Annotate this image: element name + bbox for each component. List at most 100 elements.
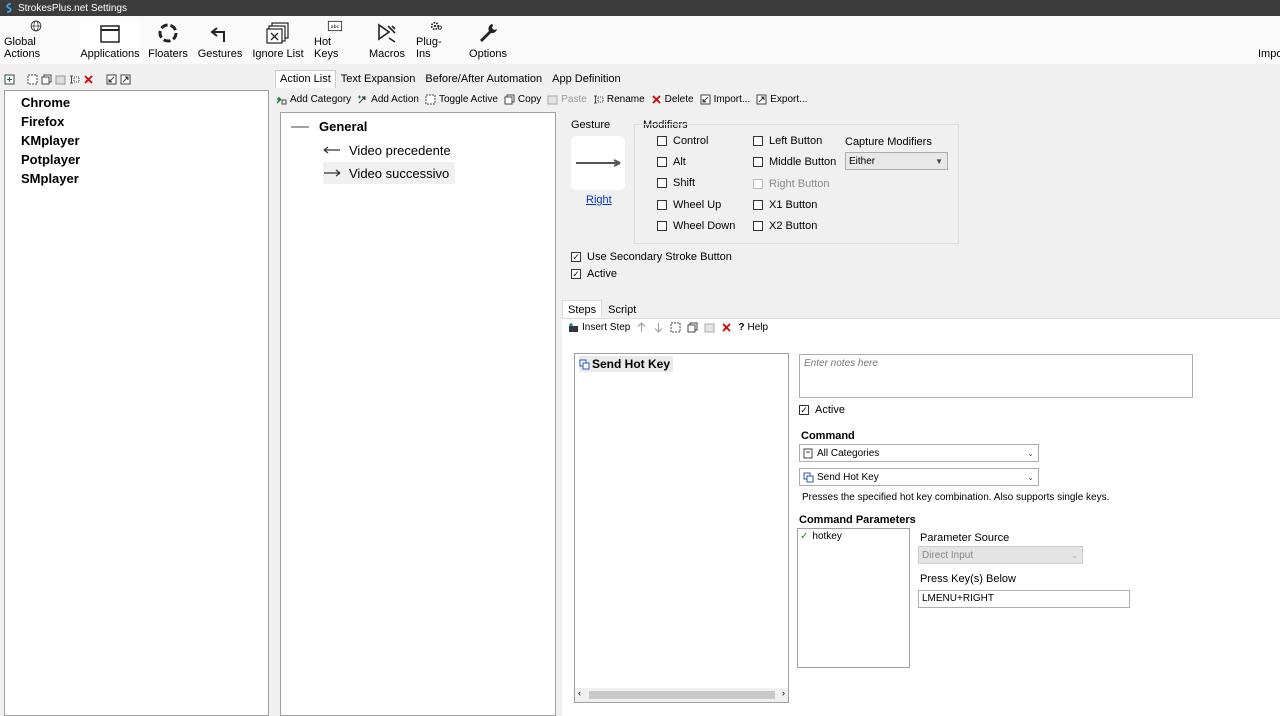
action-tree: General Video precedente Video successiv…: [280, 112, 556, 716]
ribbon-floaters[interactable]: Floaters: [148, 20, 188, 62]
right-button-checkbox: Right Button: [753, 178, 830, 190]
toggle-active-icon: [425, 94, 436, 104]
use-secondary-stroke-checkbox[interactable]: ✓ Use Secondary Stroke Button: [571, 251, 732, 263]
list-item[interactable]: KMplayer: [5, 131, 268, 150]
ribbon-label: Options: [469, 48, 507, 60]
export-button[interactable]: Export...: [756, 93, 808, 105]
chevron-down-icon: ▼: [935, 156, 943, 166]
window-title: StrokesPlus.net Settings: [18, 2, 127, 14]
action-label: Video successivo: [349, 165, 450, 181]
select-value: Direct Input: [922, 549, 974, 561]
add-app-icon[interactable]: [4, 74, 15, 85]
category-general[interactable]: General: [291, 119, 367, 134]
scroll-right-icon[interactable]: ›: [782, 688, 785, 698]
import-button[interactable]: Import...: [700, 93, 751, 105]
ribbon-applications[interactable]: Applications: [80, 20, 140, 62]
left-button-checkbox[interactable]: Left Button: [753, 135, 822, 147]
toggle-icon[interactable]: [27, 74, 38, 85]
horizontal-scrollbar[interactable]: ‹ ›: [575, 688, 788, 702]
ribbon-ignore-list[interactable]: Ignore List: [252, 20, 304, 62]
select-value: Either: [849, 155, 876, 167]
category-dash-icon: [291, 126, 309, 127]
list-item[interactable]: Potplayer: [5, 150, 268, 169]
gesture-name-link[interactable]: Right: [586, 194, 612, 206]
import-label: Import...: [713, 93, 751, 105]
toggle-active-button[interactable]: Toggle Active: [425, 94, 498, 105]
ribbon-global-actions[interactable]: Global Actions: [4, 20, 68, 62]
action-details: Gesture Right Modifiers Control Alt Shif…: [562, 112, 1280, 716]
paste-icon[interactable]: [55, 74, 66, 85]
left-arrow-icon: [323, 146, 340, 154]
add-category-button[interactable]: Add Category: [276, 94, 351, 105]
step-active-checkbox[interactable]: ✓ Active: [799, 404, 845, 416]
copy-icon[interactable]: [41, 74, 52, 85]
action-video-successivo[interactable]: Video successivo: [323, 162, 456, 184]
parameter-source-select: Direct Input ⌄: [918, 546, 1083, 564]
wheel-down-checkbox[interactable]: Wheel Down: [657, 220, 735, 232]
help-button[interactable]: ? Help: [738, 322, 768, 333]
app-tabs: Action List Text Expansion Before/After …: [275, 70, 626, 88]
x2-button-checkbox[interactable]: X2 Button: [753, 220, 817, 232]
control-checkbox[interactable]: Control: [657, 135, 708, 147]
middle-button-checkbox[interactable]: Middle Button: [753, 156, 836, 168]
scroll-left-icon[interactable]: ‹: [578, 688, 581, 698]
rename-button[interactable]: Rename: [593, 94, 645, 105]
checkbox-label: Alt: [673, 156, 686, 168]
ribbon-gestures[interactable]: Gestures: [198, 20, 242, 62]
ribbon-hot-keys[interactable]: abc Hot Keys: [314, 20, 356, 62]
tab-text-expansion[interactable]: Text Expansion: [336, 70, 421, 88]
list-item[interactable]: SMplayer: [5, 169, 268, 188]
alt-checkbox[interactable]: Alt: [657, 156, 686, 168]
import-icon[interactable]: [106, 74, 117, 85]
command-description: Presses the specified hot key combinatio…: [802, 492, 1110, 503]
paste-step-icon[interactable]: [704, 322, 715, 333]
scrollbar-thumb[interactable]: [589, 691, 775, 699]
delete-icon[interactable]: [83, 74, 94, 85]
move-down-icon[interactable]: [653, 322, 664, 333]
toggle-step-icon[interactable]: [670, 322, 681, 333]
list-item[interactable]: Chrome: [5, 93, 268, 112]
delete-icon: [652, 94, 661, 104]
add-action-button[interactable]: Add Action: [357, 94, 419, 105]
tab-before-after-automation[interactable]: Before/After Automation: [420, 70, 547, 88]
ribbon-plug-ins[interactable]: Plug-Ins: [416, 20, 456, 62]
capture-modifiers-select[interactable]: Either ▼: [845, 152, 948, 170]
ribbon-options[interactable]: Options: [468, 20, 508, 62]
parameter-hotkey[interactable]: ✓ hotkey: [800, 531, 842, 542]
copy-step-icon[interactable]: [687, 322, 698, 333]
hotkey-step-icon: [579, 359, 590, 369]
active-checkbox[interactable]: ✓ Active: [571, 268, 617, 280]
delete-button[interactable]: Delete: [651, 94, 694, 105]
action-video-precedente[interactable]: Video precedente: [323, 139, 457, 161]
command-category-select[interactable]: All Categories ⌄: [799, 444, 1039, 462]
ribbon-macros[interactable]: Macros: [368, 20, 406, 62]
checkbox-label: Active: [815, 404, 845, 416]
move-up-icon[interactable]: [636, 322, 647, 333]
list-item[interactable]: Firefox: [5, 112, 268, 131]
insert-step-label: Insert Step: [582, 322, 631, 333]
rename-icon[interactable]: [69, 74, 80, 85]
x1-button-checkbox[interactable]: X1 Button: [753, 199, 817, 211]
delete-step-icon[interactable]: [721, 322, 732, 333]
paste-icon: [547, 95, 558, 104]
hotkey-input[interactable]: LMENU+RIGHT: [918, 590, 1130, 608]
export-icon[interactable]: [120, 74, 131, 85]
export-label: Export...: [770, 93, 808, 105]
copy-button[interactable]: Copy: [504, 94, 541, 105]
tab-app-definition[interactable]: App Definition: [547, 70, 626, 88]
wheel-up-checkbox[interactable]: Wheel Up: [657, 199, 721, 211]
steps-toolbar: Insert Step ? Help: [568, 322, 768, 333]
insert-step-button[interactable]: Insert Step: [568, 322, 630, 333]
step-label: Send Hot Key: [592, 357, 671, 371]
app-logo-icon: [6, 3, 12, 13]
shift-checkbox[interactable]: Shift: [657, 177, 695, 189]
tab-steps[interactable]: Steps: [562, 300, 603, 319]
tab-action-list[interactable]: Action List: [275, 70, 336, 88]
notes-textarea[interactable]: [799, 354, 1193, 398]
paste-button[interactable]: Paste: [547, 94, 587, 105]
command-select[interactable]: Send Hot Key ⌄: [799, 468, 1039, 486]
gesture-preview[interactable]: [571, 136, 625, 190]
tab-script[interactable]: Script: [602, 300, 642, 319]
ribbon-import-truncated[interactable]: Impo: [1258, 20, 1280, 62]
step-send-hot-key[interactable]: Send Hot Key: [579, 356, 674, 372]
